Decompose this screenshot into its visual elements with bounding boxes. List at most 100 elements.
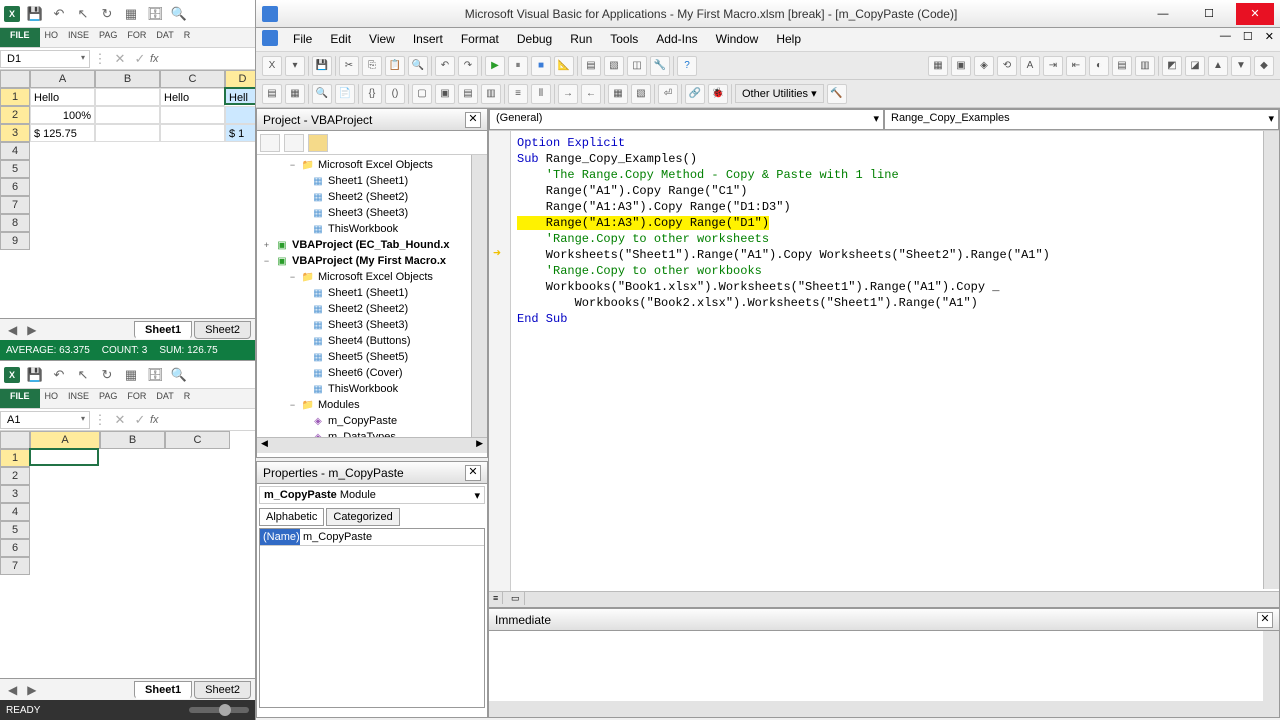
cell-c3[interactable] <box>160 124 225 142</box>
tb-ex3[interactable]: ◈ <box>974 56 994 76</box>
tb-ex4[interactable]: ⟲ <box>997 56 1017 76</box>
tab-prev-icon[interactable]: ◀ <box>4 323 21 337</box>
pointer-icon[interactable]: ↖ <box>74 5 92 23</box>
col-c-2[interactable]: C <box>165 431 230 449</box>
project-scrollbar[interactable] <box>471 155 487 437</box>
fx-icon-2[interactable]: fx <box>150 414 159 426</box>
node-thisworkbook-2[interactable]: ThisWorkbook <box>328 383 398 395</box>
cell-b3[interactable] <box>95 124 160 142</box>
ribbon-page-2[interactable]: PAG <box>94 389 122 408</box>
save-icon-2[interactable]: 💾 <box>26 366 44 384</box>
tb2-11[interactable]: ≡ <box>508 84 528 104</box>
view-code-icon[interactable] <box>260 134 280 152</box>
node-sheet2-1[interactable]: Sheet2 (Sheet2) <box>328 191 408 203</box>
design-icon[interactable]: 📐 <box>554 56 574 76</box>
select-all-corner[interactable] <box>0 70 30 88</box>
node-m-copypaste[interactable]: m_CopyPaste <box>328 415 397 427</box>
ribbon-insert[interactable]: INSE <box>63 28 94 47</box>
node-thisworkbook-1[interactable]: ThisWorkbook <box>328 223 398 235</box>
row-4-2[interactable]: 4 <box>0 503 30 521</box>
tab-next-icon[interactable]: ▶ <box>23 323 40 337</box>
cut-icon[interactable]: ✂ <box>339 56 359 76</box>
ribbon-data[interactable]: DAT <box>151 28 178 47</box>
row-8[interactable]: 8 <box>0 214 30 232</box>
cancel-icon-2[interactable]: ✕ <box>110 412 130 428</box>
tb2-17[interactable]: ⏎ <box>658 84 678 104</box>
immediate-close-icon[interactable]: ✕ <box>1257 612 1273 628</box>
tb2-8[interactable]: ▣ <box>435 84 455 104</box>
row-9[interactable]: 9 <box>0 232 30 250</box>
tb-ex9[interactable]: ◩ <box>1162 56 1182 76</box>
row-7-2[interactable]: 7 <box>0 557 30 575</box>
view-object-icon[interactable] <box>284 134 304 152</box>
menu-view[interactable]: View <box>362 30 402 49</box>
name-box-1[interactable]: D1 <box>0 50 90 68</box>
procedure-dropdown[interactable]: Range_Copy_Examples <box>884 109 1279 130</box>
close-button[interactable]: ✕ <box>1236 3 1274 25</box>
tb-ex8[interactable]: ▥ <box>1135 56 1155 76</box>
other-utilities-dropdown[interactable]: Other Utilities ▾ <box>735 84 824 103</box>
properties-grid[interactable]: (Name) m_CopyPaste <box>259 528 485 708</box>
tab-alphabetic[interactable]: Alphabetic <box>259 508 324 526</box>
mdi-restore-icon[interactable]: — <box>1220 30 1231 49</box>
row-4[interactable]: 4 <box>0 142 30 160</box>
cell-a1[interactable]: Hello <box>30 88 95 106</box>
tb-ex10[interactable]: ◪ <box>1185 56 1205 76</box>
row-2[interactable]: 2 <box>0 106 30 124</box>
break-icon[interactable]: ⏸ <box>508 56 528 76</box>
node-modules[interactable]: Modules <box>318 399 360 411</box>
immediate-vscrollbar[interactable] <box>1263 631 1279 701</box>
tab-sheet2-2[interactable]: Sheet2 <box>194 681 251 699</box>
col-a-2[interactable]: A <box>30 431 100 449</box>
redo-icon-vbe[interactable]: ↷ <box>458 56 478 76</box>
undo-icon[interactable]: ↶ <box>50 5 68 23</box>
node-vbaproject-macro[interactable]: VBAProject (My First Macro.x <box>292 255 446 267</box>
tb2-5[interactable]: {} <box>362 84 382 104</box>
object-browser-icon[interactable]: ◫ <box>627 56 647 76</box>
tb2-12[interactable]: ⫴ <box>531 84 551 104</box>
menu-file[interactable]: File <box>286 30 319 49</box>
run-icon[interactable]: ▶ <box>485 56 505 76</box>
node-sheet3-2[interactable]: Sheet3 (Sheet3) <box>328 319 408 331</box>
node-sheet1-2[interactable]: Sheet1 (Sheet1) <box>328 287 408 299</box>
project-hscroll[interactable]: ◀▶ <box>257 437 487 453</box>
tb-ex5[interactable]: A <box>1020 56 1040 76</box>
node-vbaproject-tabhound[interactable]: VBAProject (EC_Tab_Hound.x <box>292 239 450 251</box>
cell-a1-2[interactable] <box>29 448 99 466</box>
ribbon-data-2[interactable]: DAT <box>151 389 178 408</box>
tb-ex1[interactable]: ▦ <box>928 56 948 76</box>
row-6-2[interactable]: 6 <box>0 539 30 557</box>
pointer-icon-2[interactable]: ↖ <box>74 366 92 384</box>
node-sheet4[interactable]: Sheet4 (Buttons) <box>328 335 411 347</box>
menu-insert[interactable]: Insert <box>406 30 450 49</box>
tb2-15[interactable]: ▦ <box>608 84 628 104</box>
node-excel-objects-2[interactable]: Microsoft Excel Objects <box>318 271 433 283</box>
toggle-folders-icon[interactable] <box>308 134 328 152</box>
maximize-button[interactable]: ☐ <box>1190 3 1228 25</box>
ribbon-formulas-2[interactable]: FOR <box>122 389 151 408</box>
insert-module-icon[interactable]: ▾ <box>285 56 305 76</box>
col-a[interactable]: A <box>30 70 95 88</box>
ribbon-insert-2[interactable]: INSE <box>63 389 94 408</box>
confirm-icon[interactable]: ✓ <box>130 51 150 67</box>
full-module-view-icon[interactable]: ≡ <box>489 592 503 604</box>
select-all-corner-2[interactable] <box>0 431 30 449</box>
ribbon-file[interactable]: FILE <box>0 28 40 47</box>
mdi-close-icon[interactable]: ✕ <box>1265 30 1274 49</box>
indent-icon[interactable]: ⇥ <box>1043 56 1063 76</box>
cell-a3[interactable]: $ 125.75 <box>30 124 95 142</box>
row-1-2[interactable]: 1 <box>0 449 30 467</box>
menu-window[interactable]: Window <box>709 30 766 49</box>
row-1[interactable]: 1 <box>0 88 30 106</box>
view-excel-icon[interactable]: X <box>262 56 282 76</box>
refresh-icon[interactable]: ↻ <box>98 5 116 23</box>
tb-ex12[interactable]: ▼ <box>1231 56 1251 76</box>
tb-ex7[interactable]: ▤ <box>1112 56 1132 76</box>
menu-edit[interactable]: Edit <box>323 30 358 49</box>
cell-d1[interactable]: Hell <box>224 87 255 105</box>
row-3-2[interactable]: 3 <box>0 485 30 503</box>
help-icon[interactable]: ? <box>677 56 697 76</box>
tb2-1[interactable]: ▤ <box>262 84 282 104</box>
menu-addins[interactable]: Add-Ins <box>649 30 704 49</box>
immediate-hscrollbar[interactable] <box>489 701 1279 717</box>
